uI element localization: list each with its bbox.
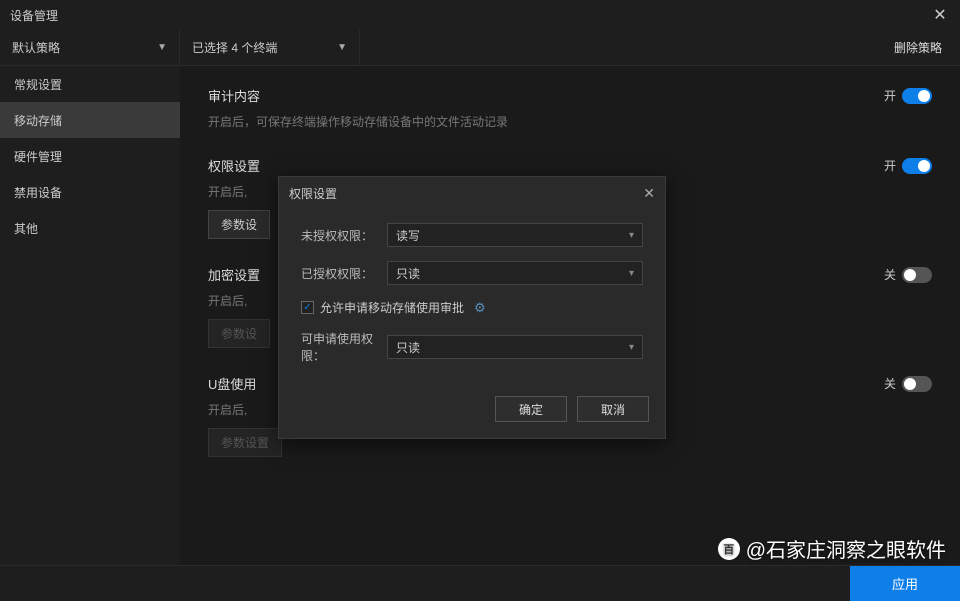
toolbar: 默认策略 ▼ 已选择 4 个终端 ▼ 删除策略 (0, 30, 960, 66)
applicable-label: 可申请使用权限： (301, 330, 387, 364)
gear-icon[interactable]: ⚙ (474, 300, 486, 316)
sidebar-item-disabled-devices[interactable]: 禁用设备 (0, 174, 180, 210)
paw-icon: 百 (718, 538, 740, 560)
sidebar: 常规设置 移动存储 硬件管理 禁用设备 其他 (0, 66, 180, 565)
modal-footer: 确定 取消 (279, 386, 665, 438)
section-title: U盘使用 (208, 374, 256, 393)
toggle-wrap: 开 (884, 157, 932, 174)
delete-policy-button[interactable]: 删除策略 (876, 30, 960, 65)
terminal-dropdown[interactable]: 已选择 4 个终端 ▼ (180, 30, 360, 65)
encryption-toggle[interactable] (902, 267, 932, 283)
policy-dropdown[interactable]: 默认策略 ▼ (0, 30, 180, 65)
unauth-value: 读写 (396, 227, 420, 244)
titlebar: 设备管理 ✕ (0, 0, 960, 30)
chevron-down-icon: ▾ (629, 342, 634, 353)
window-title: 设备管理 (10, 7, 58, 24)
cancel-button[interactable]: 取消 (577, 396, 649, 422)
apply-button[interactable]: 应用 (850, 566, 960, 601)
form-row-auth: 已授权权限： 只读 ▾ (301, 261, 643, 285)
toggle-label: 关 (884, 375, 896, 392)
close-icon[interactable]: ✕ (930, 5, 950, 25)
chevron-down-icon: ▼ (157, 42, 167, 53)
toggle-label: 开 (884, 87, 896, 104)
audit-toggle[interactable] (902, 88, 932, 104)
usb-toggle[interactable] (902, 376, 932, 392)
form-row-applicable: 可申请使用权限： 只读 ▾ (301, 330, 643, 364)
unauth-label: 未授权权限： (301, 227, 387, 244)
toggle-wrap: 开 (884, 87, 932, 104)
auth-value: 只读 (396, 265, 420, 282)
toolbar-spacer (360, 30, 876, 65)
form-row-unauth: 未授权权限： 读写 ▾ (301, 223, 643, 247)
chevron-down-icon: ▾ (629, 268, 634, 279)
policy-dropdown-label: 默认策略 (12, 39, 60, 56)
close-icon[interactable]: ✕ (643, 185, 655, 202)
sidebar-item-removable-storage[interactable]: 移动存储 (0, 102, 180, 138)
approval-checkbox[interactable]: ✓ (301, 301, 314, 314)
terminal-dropdown-label: 已选择 4 个终端 (192, 39, 277, 56)
modal-header: 权限设置 ✕ (279, 177, 665, 209)
sidebar-item-general[interactable]: 常规设置 (0, 66, 180, 102)
watermark-text: @石家庄洞察之眼软件 (746, 534, 946, 563)
param-settings-button: 参数设置 (208, 428, 282, 457)
modal-body: 未授权权限： 读写 ▾ 已授权权限： 只读 ▾ ✓ 允许申请移动存储使用审批 ⚙… (279, 209, 665, 386)
toggle-wrap: 关 (884, 266, 932, 283)
applicable-value: 只读 (396, 339, 420, 356)
auth-select[interactable]: 只读 ▾ (387, 261, 643, 285)
toggle-wrap: 关 (884, 375, 932, 392)
unauth-select[interactable]: 读写 ▾ (387, 223, 643, 247)
applicable-select[interactable]: 只读 ▾ (387, 335, 643, 359)
auth-label: 已授权权限： (301, 265, 387, 282)
toggle-label: 开 (884, 157, 896, 174)
chevron-down-icon: ▾ (629, 230, 634, 241)
param-settings-button: 参数设 (208, 319, 270, 348)
sidebar-item-other[interactable]: 其他 (0, 210, 180, 246)
permission-settings-modal: 权限设置 ✕ 未授权权限： 读写 ▾ 已授权权限： 只读 ▾ ✓ 允许申请移动存… (278, 176, 666, 439)
section-audit: 审计内容 开 开启后，可保存终端操作移动存储设备中的文件活动记录 (208, 86, 932, 130)
permission-toggle[interactable] (902, 158, 932, 174)
param-settings-button[interactable]: 参数设 (208, 210, 270, 239)
section-title: 权限设置 (208, 156, 260, 175)
watermark: 百 @石家庄洞察之眼软件 (718, 534, 946, 563)
toggle-label: 关 (884, 266, 896, 283)
sidebar-item-hardware[interactable]: 硬件管理 (0, 138, 180, 174)
chevron-down-icon: ▼ (337, 42, 347, 53)
bottombar: 应用 (0, 565, 960, 601)
section-title: 审计内容 (208, 86, 260, 105)
section-desc: 开启后，可保存终端操作移动存储设备中的文件活动记录 (208, 113, 932, 130)
ok-button[interactable]: 确定 (495, 396, 567, 422)
checkbox-label: 允许申请移动存储使用审批 (320, 299, 464, 316)
modal-title: 权限设置 (289, 185, 337, 202)
section-title: 加密设置 (208, 265, 260, 284)
checkbox-row: ✓ 允许申请移动存储使用审批 ⚙ (301, 299, 643, 316)
